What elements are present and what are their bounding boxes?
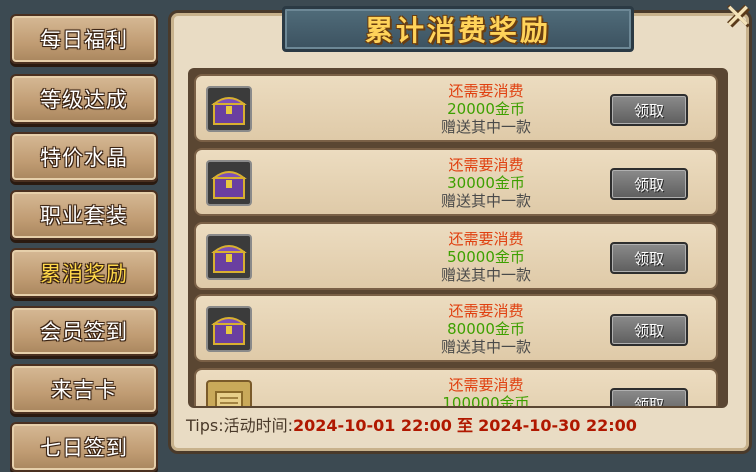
gift-label: 赠送其中一款 <box>440 118 531 136</box>
sidebar-item-special-crystal[interactable]: 特价水晶 <box>10 132 158 182</box>
gift-label: 赠送其中一款 <box>440 266 531 284</box>
treasure-chest-icon <box>206 234 252 280</box>
claim-button[interactable]: 领取 <box>610 314 688 346</box>
claim-button[interactable]: 领取 <box>610 94 688 126</box>
amount-value: 50000金币 <box>447 248 525 266</box>
need-label: 还需要消费 <box>448 302 524 320</box>
reward-row: 还需要消费 30000金币 赠送其中一款 领取 <box>194 148 718 216</box>
sidebar-item-class-suit[interactable]: 职业套装 <box>10 190 158 240</box>
gift-label: 赠送其中一款 <box>440 338 531 356</box>
sidebar-item-cumulative-reward[interactable]: 累消奖励 <box>10 248 158 298</box>
sidebar-item-member-signin[interactable]: 会员签到 <box>10 306 158 356</box>
event-time-tips: Tips:活动时间:2024-10-01 22:00 至 2024-10-30 … <box>186 412 637 435</box>
treasure-chest-icon <box>206 160 252 206</box>
start-date: 2024-10-01 22:00 <box>293 416 452 435</box>
panel-title: 累计消费奖励 <box>282 6 634 52</box>
treasure-chest-icon <box>206 86 252 132</box>
sidebar-item-seven-day-signin[interactable]: 七日签到 <box>10 422 158 472</box>
reward-row: 还需要消费 80000金币 赠送其中一款 领取 <box>194 294 718 362</box>
date-separator: 至 <box>456 416 473 435</box>
treasure-chest-icon <box>206 306 252 352</box>
amount-value: 30000金币 <box>447 174 525 192</box>
end-date: 2024-10-30 22:00 <box>478 416 637 435</box>
need-label: 还需要消费 <box>448 82 524 100</box>
claim-button[interactable]: 领取 <box>610 242 688 274</box>
reward-row: 还需要消费 50000金币 赠送其中一款 领取 <box>194 222 718 290</box>
sidebar-item-lucky-card[interactable]: 来吉卡 <box>10 364 158 414</box>
sidebar: 每日福利 等级达成 特价水晶 职业套装 累消奖励 会员签到 来吉卡 七日签到 <box>0 0 170 472</box>
gift-label: 赠送其中一款 <box>440 192 531 210</box>
need-label: 还需要消费 <box>448 230 524 248</box>
reward-list: 还需要消费 20000金币 赠送其中一款 领取 还需要消费 30000金币 赠送… <box>194 72 720 406</box>
sidebar-item-daily-welfare[interactable]: 每日福利 <box>10 14 158 64</box>
amount-value: 20000金币 <box>447 100 525 118</box>
close-x-icon[interactable]: ✕ <box>722 0 754 34</box>
need-label: 还需要消费 <box>448 376 524 394</box>
reward-row: 还需要消费 100000金币 领取 <box>194 368 718 406</box>
sidebar-item-level-reach[interactable]: 等级达成 <box>10 74 158 124</box>
amount-value: 100000金币 <box>442 394 530 406</box>
amount-value: 80000金币 <box>447 320 525 338</box>
need-label: 还需要消费 <box>448 156 524 174</box>
reward-row: 还需要消费 20000金币 赠送其中一款 领取 <box>194 74 718 142</box>
tips-label: Tips:活动时间: <box>186 416 294 435</box>
scroll-icon <box>206 380 252 406</box>
claim-button[interactable]: 领取 <box>610 388 688 406</box>
claim-button[interactable]: 领取 <box>610 168 688 200</box>
